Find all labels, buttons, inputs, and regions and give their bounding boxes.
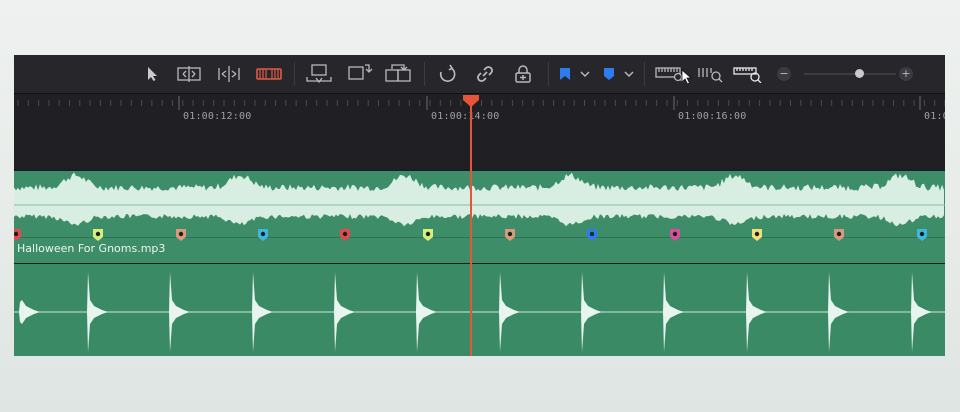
waveform-transient <box>663 272 684 352</box>
waveform-transient <box>19 300 40 324</box>
position-lock-icon <box>515 65 531 83</box>
waveform-transient <box>581 272 602 352</box>
zoom-slider-thumb[interactable] <box>855 69 865 78</box>
marker-dropdown[interactable] <box>622 62 636 86</box>
timecode-label: 01:00:14:00 <box>431 111 500 122</box>
clip-marker-icon[interactable] <box>916 228 928 242</box>
waveform-transient <box>416 272 437 352</box>
waveform-transient <box>499 272 520 352</box>
marker-button[interactable] <box>600 62 618 86</box>
blade-edit-mode-icon <box>256 68 282 80</box>
replace-clip-button[interactable] <box>382 62 414 86</box>
waveform-transient <box>87 272 108 352</box>
waveform-transient <box>911 272 932 352</box>
clip-marker-icon[interactable] <box>669 228 681 242</box>
zoom-out-icon: − <box>777 67 791 81</box>
zoom-in-icon: + <box>899 67 913 81</box>
linked-selection-button[interactable] <box>472 62 498 86</box>
selection-mode-button[interactable] <box>142 62 162 86</box>
waveform-transient <box>828 272 849 352</box>
clip-marker-icon[interactable] <box>422 228 434 242</box>
clip-marker-icon[interactable] <box>14 228 22 242</box>
ruler-ticks <box>17 96 945 110</box>
timeline-toolbar: − + <box>14 55 945 94</box>
detail-zoom-button[interactable] <box>696 62 726 86</box>
replace-clip-icon <box>385 64 411 82</box>
waveform-transient <box>746 272 767 352</box>
chevron-down-icon <box>580 71 590 78</box>
flag-button[interactable] <box>556 62 574 86</box>
linked-selection-icon <box>477 66 493 82</box>
audio-waveform <box>14 172 945 227</box>
marker-icon <box>604 68 614 80</box>
zoom-slider[interactable] <box>804 69 896 78</box>
clip-marker-icon[interactable] <box>586 228 598 242</box>
custom-zoom-button[interactable] <box>732 62 764 86</box>
timecode-label: 01:00 <box>924 111 945 122</box>
insert-clip-button[interactable] <box>304 62 334 86</box>
timecode-label: 01:00:16:00 <box>678 111 747 122</box>
clip-marker-icon[interactable] <box>257 228 269 242</box>
clip-marker-icon[interactable] <box>175 228 187 242</box>
mouse-cursor-icon <box>681 69 693 85</box>
playhead-handle[interactable] <box>463 95 479 107</box>
clip-marker-icon[interactable] <box>339 228 351 242</box>
overwrite-clip-icon <box>348 64 373 80</box>
dynamic-trim-mode-icon <box>218 66 240 82</box>
waveform-transient <box>169 272 190 352</box>
clip-marker-icon[interactable] <box>504 228 516 242</box>
clip-name-label: Halloween For Gnoms.mp3 <box>17 242 166 255</box>
position-lock-button[interactable] <box>510 62 536 86</box>
zoom-slider-track <box>804 73 896 75</box>
zoom-out-button[interactable]: − <box>776 62 792 86</box>
timeline-ruler[interactable]: 01:00:12:00 01:00:14:00 01:00:16:00 01:0… <box>14 94 945 169</box>
audio-track-1[interactable]: Halloween For Gnoms.mp3 <box>14 171 945 263</box>
playhead-line[interactable] <box>470 99 472 356</box>
waveform-transient <box>252 272 273 352</box>
timecode-label: 01:00:12:00 <box>183 111 252 122</box>
dynamic-trim-mode-button[interactable] <box>214 62 244 86</box>
zoom-in-button[interactable]: + <box>898 62 914 86</box>
timeline-panel: − + 01:00:12:00 01:00:14:00 01:00:16:00 … <box>14 55 945 356</box>
insert-clip-icon <box>306 64 332 84</box>
waveform-transient <box>334 272 355 352</box>
clip-centerline <box>14 237 945 238</box>
flag-dropdown[interactable] <box>578 62 592 86</box>
audio-waveform <box>14 272 945 352</box>
custom-zoom-icon <box>733 67 762 83</box>
detail-zoom-icon <box>698 68 723 83</box>
selection-mode-icon <box>148 67 157 81</box>
audio-track-2[interactable] <box>14 264 945 356</box>
clip-marker-icon[interactable] <box>751 228 763 242</box>
snapping-button[interactable] <box>434 62 460 86</box>
blade-edit-mode-button[interactable] <box>254 62 284 86</box>
clip-marker-icon[interactable] <box>833 228 845 242</box>
flag-icon <box>560 68 570 80</box>
trim-edit-mode-button[interactable] <box>174 62 204 86</box>
clip-marker-icon[interactable] <box>92 228 104 242</box>
trim-edit-mode-icon <box>177 66 201 82</box>
overwrite-clip-button[interactable] <box>344 62 374 86</box>
snapping-icon <box>439 64 456 82</box>
chevron-down-icon <box>624 71 634 78</box>
